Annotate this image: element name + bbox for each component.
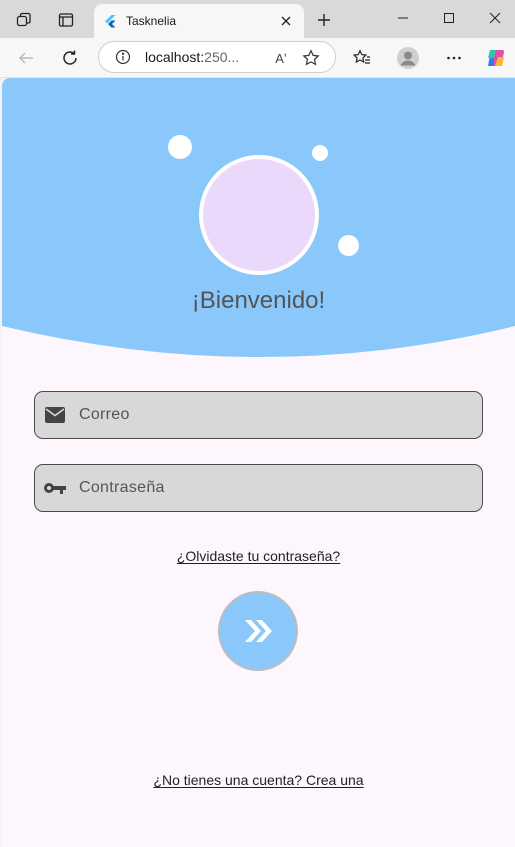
url-text: localhost:250... bbox=[145, 49, 240, 65]
profile-avatar[interactable] bbox=[392, 42, 424, 74]
workspaces-icon[interactable] bbox=[8, 6, 40, 34]
app-viewport: ¡Bienvenido! Correo Contraseña ¿Olvidast… bbox=[2, 78, 515, 847]
submit-button[interactable] bbox=[218, 591, 298, 671]
double-chevron-right-icon bbox=[245, 620, 272, 642]
mail-icon bbox=[43, 403, 67, 427]
key-icon bbox=[43, 476, 67, 500]
browser-toolbar: localhost:250... Aʼ bbox=[0, 38, 515, 78]
refresh-icon[interactable] bbox=[54, 42, 86, 74]
close-window-icon[interactable] bbox=[472, 0, 515, 36]
email-placeholder: Correo bbox=[79, 406, 130, 423]
decor-bubble bbox=[312, 145, 328, 161]
tab-title: Tasknelia bbox=[126, 14, 177, 28]
favorite-star-icon[interactable] bbox=[301, 48, 321, 68]
decor-bubble bbox=[338, 235, 359, 256]
password-field[interactable]: Contraseña bbox=[34, 464, 483, 512]
minimize-icon[interactable] bbox=[380, 0, 426, 36]
email-field[interactable]: Correo bbox=[34, 391, 483, 439]
new-tab-icon[interactable] bbox=[310, 6, 338, 34]
read-aloud-icon[interactable]: Aʼ bbox=[271, 48, 291, 68]
favorites-icon[interactable] bbox=[346, 42, 378, 74]
back-icon[interactable] bbox=[10, 42, 42, 74]
signup-link[interactable]: ¿No tienes una cuenta? Crea una bbox=[2, 772, 515, 788]
maximize-icon[interactable] bbox=[426, 0, 472, 36]
decor-bubble bbox=[168, 135, 192, 159]
site-info-icon[interactable] bbox=[115, 49, 131, 65]
logo-avatar bbox=[199, 155, 319, 275]
more-options-icon[interactable] bbox=[438, 42, 470, 74]
flutter-icon bbox=[102, 13, 118, 29]
forgot-password-link[interactable]: ¿Olvidaste tu contraseña? bbox=[2, 548, 515, 564]
tab-tasknelia[interactable]: Tasknelia bbox=[94, 4, 304, 38]
address-bar[interactable]: localhost:250... Aʼ bbox=[98, 41, 336, 73]
tab-actions-icon[interactable] bbox=[50, 6, 82, 34]
welcome-title: ¡Bienvenido! bbox=[191, 287, 326, 314]
copilot-icon[interactable] bbox=[480, 42, 512, 74]
close-tab-icon[interactable] bbox=[276, 11, 296, 31]
tab-strip: Tasknelia bbox=[0, 0, 515, 38]
password-placeholder: Contraseña bbox=[79, 479, 165, 496]
